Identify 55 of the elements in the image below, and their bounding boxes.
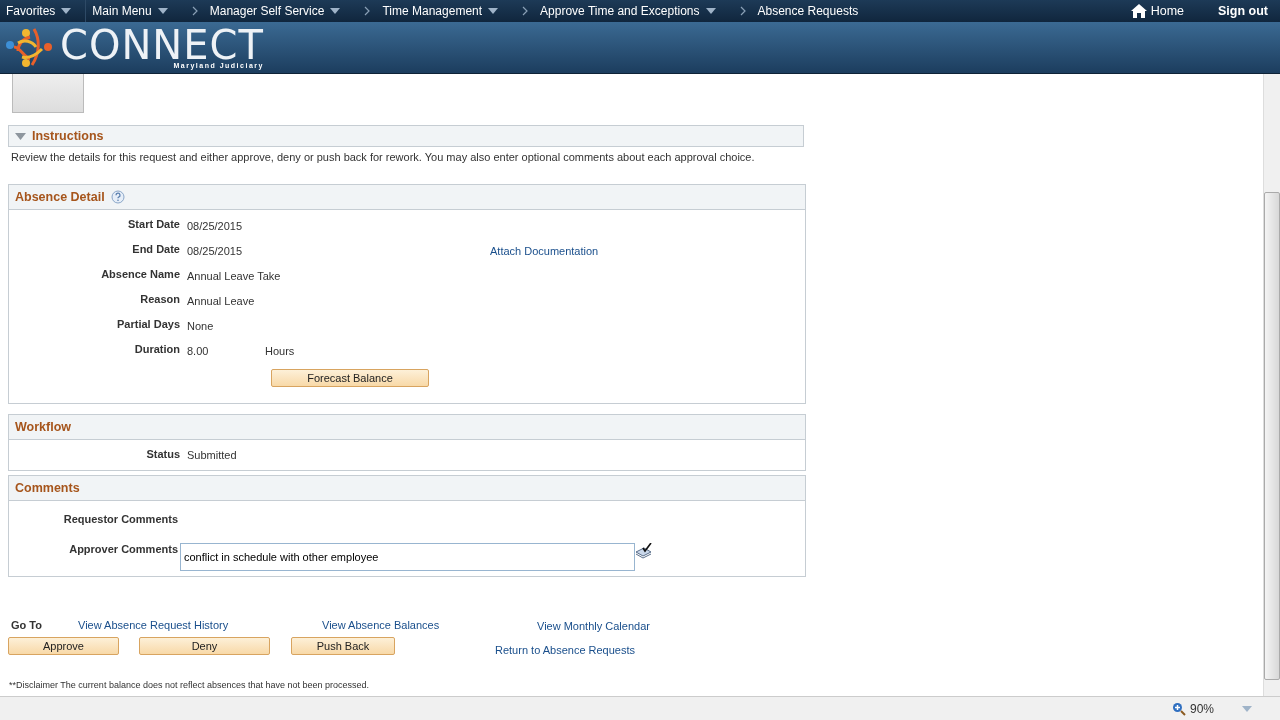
field-label: Approver Comments xyxy=(68,543,179,555)
field-value: 8.00 xyxy=(187,344,209,359)
field-label: Absence Name xyxy=(100,268,181,282)
chevron-icon xyxy=(191,6,198,16)
go-to-link[interactable]: View Absence Request History xyxy=(78,618,322,631)
field-value: Submitted xyxy=(187,448,237,461)
section-title: Comments xyxy=(15,481,80,495)
field-label: Start Date xyxy=(127,218,181,232)
field-label: End Date xyxy=(131,243,181,257)
forecast-balance-button[interactable]: Forecast Balance xyxy=(271,369,429,387)
nav-menu-item[interactable]: Main Menu xyxy=(86,0,178,22)
home-link[interactable]: Home xyxy=(1150,4,1184,18)
field-value: 08/25/2015 xyxy=(187,244,243,259)
attach-documentation-link[interactable]: Attach Documentation xyxy=(490,245,599,257)
logo-text: CONNECT xyxy=(60,26,264,64)
field-value: Annual Leave xyxy=(187,294,255,309)
nav-menu-item[interactable]: Approve Time and Exceptions xyxy=(534,0,726,22)
section-title: Absence Detail xyxy=(15,190,105,204)
instructions-text: Review the details for this request and either approve, deny or push back for rework. You may also enter optional comments about each approval choice. xyxy=(11,151,756,163)
field-value: 08/25/2015 xyxy=(187,219,243,234)
go-to-link[interactable]: View Absence Balances xyxy=(322,618,537,631)
collapse-triangle-icon xyxy=(15,132,26,140)
action-button[interactable]: Push Back xyxy=(291,637,395,655)
field-value: Annual Leave Take xyxy=(187,269,281,284)
chevron-icon xyxy=(522,6,529,16)
zoom-in-icon[interactable] xyxy=(1171,702,1186,716)
spell-check-icon[interactable] xyxy=(635,543,653,559)
field-label: Partial Days xyxy=(116,318,181,332)
scrollbar[interactable] xyxy=(1263,74,1280,696)
go-to-label: Go To xyxy=(10,618,43,631)
field-label: Duration xyxy=(133,343,181,357)
field-label: Requestor Comments xyxy=(62,513,179,525)
zoom-level[interactable]: 90% xyxy=(1189,702,1214,716)
section-title: Workflow xyxy=(15,420,72,434)
nav-menu-item[interactable]: Manager Self Service xyxy=(203,0,351,22)
return-to-absence-requests-link[interactable]: Return to Absence Requests xyxy=(495,644,636,656)
photo-placeholder xyxy=(12,74,84,113)
caret-icon xyxy=(1242,706,1252,712)
chevron-icon xyxy=(364,6,371,16)
field-label: Status xyxy=(145,448,181,461)
approver-comments-field[interactable]: conflict in schedule with other employee xyxy=(180,543,635,571)
field-value: None xyxy=(187,319,214,334)
field-label: Reason xyxy=(139,293,181,307)
help-icon[interactable] xyxy=(110,190,125,204)
instructions-header[interactable]: Instructions xyxy=(8,125,804,147)
home-icon[interactable] xyxy=(1130,4,1147,18)
action-button[interactable]: Approve xyxy=(8,637,119,655)
action-button[interactable]: Deny xyxy=(139,637,270,655)
go-to-link[interactable]: View Monthly Calendar xyxy=(537,620,737,632)
chevron-icon xyxy=(739,6,746,16)
sign-out-link[interactable]: Sign out xyxy=(1218,4,1268,18)
unit-text: Hours xyxy=(265,345,295,357)
disclaimer-text: **Disclaimer The current balance does not reflect absences that have not been processed. xyxy=(9,680,371,690)
nav-menu-item[interactable]: Absence Requests xyxy=(751,0,869,22)
nav-menu-item[interactable]: Time Management xyxy=(376,0,509,22)
